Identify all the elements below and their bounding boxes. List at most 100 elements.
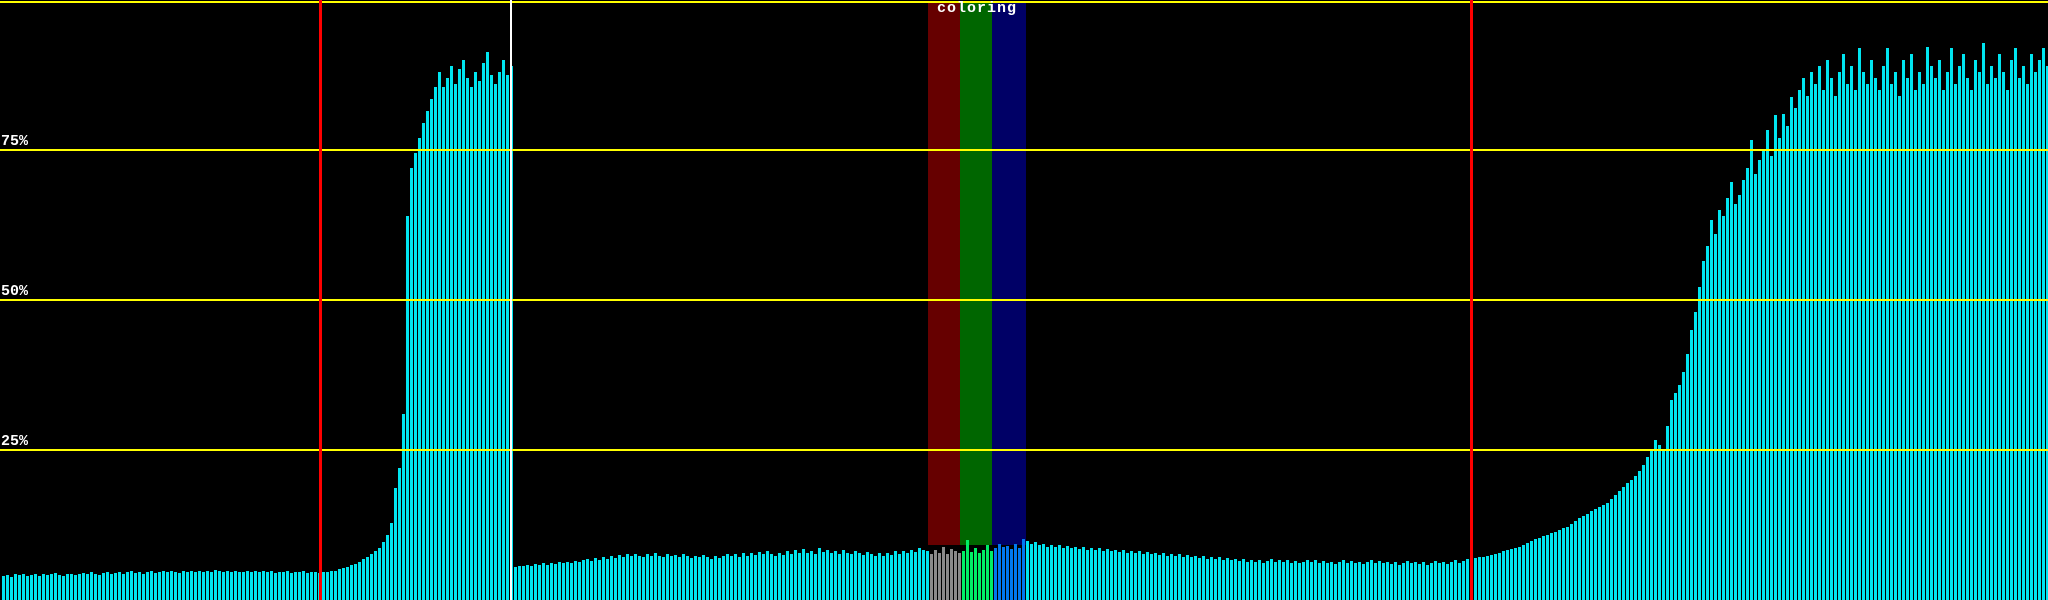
bar <box>982 550 985 600</box>
bar <box>1870 60 1873 600</box>
bar <box>1178 554 1181 600</box>
bar <box>1446 564 1449 600</box>
bar <box>878 553 881 600</box>
bar <box>2010 60 2013 600</box>
bar <box>1822 90 1825 600</box>
bar <box>914 552 917 600</box>
bar <box>1154 553 1157 600</box>
bar <box>1918 72 1921 600</box>
bar <box>210 572 213 600</box>
bar <box>1814 84 1817 600</box>
bar <box>538 565 541 600</box>
bar <box>1382 563 1385 600</box>
bar <box>450 66 453 600</box>
bar <box>598 560 601 600</box>
bar <box>130 571 133 600</box>
bar <box>990 551 993 600</box>
bar <box>1458 563 1461 600</box>
gridline-25 <box>0 449 2048 451</box>
bar <box>1626 483 1629 600</box>
bar <box>986 545 989 600</box>
bar <box>1790 97 1793 600</box>
bar <box>1974 60 1977 600</box>
bar <box>1230 560 1233 600</box>
bar <box>434 87 437 600</box>
bar <box>714 556 717 600</box>
bar <box>14 574 17 600</box>
bar <box>2038 60 2041 600</box>
bar <box>398 468 401 600</box>
coloring-band-blue <box>992 3 1026 545</box>
bar <box>1650 449 1653 600</box>
bar <box>1498 553 1501 600</box>
bar <box>1882 66 1885 600</box>
bar <box>1550 533 1553 600</box>
bar <box>1078 549 1081 600</box>
bar <box>1834 96 1837 600</box>
bar <box>1274 562 1277 600</box>
bar <box>1802 78 1805 600</box>
coloring-band-red <box>928 3 960 545</box>
bar <box>710 559 713 600</box>
bar <box>1174 556 1177 600</box>
bar <box>1610 499 1613 600</box>
bar <box>430 99 433 600</box>
bar <box>282 572 285 600</box>
bar <box>98 575 101 600</box>
bar <box>78 574 81 600</box>
bar <box>1998 54 2001 600</box>
bar <box>534 564 537 600</box>
bar <box>1026 541 1029 600</box>
bar <box>1898 96 1901 600</box>
bar <box>1310 562 1313 600</box>
bar <box>482 63 485 600</box>
bar <box>1074 547 1077 600</box>
bar <box>818 548 821 600</box>
bar <box>478 81 481 600</box>
bar <box>358 562 361 600</box>
bar <box>1638 471 1641 600</box>
bar <box>1594 509 1597 600</box>
bar <box>198 571 201 600</box>
bar <box>1314 560 1317 600</box>
coloring-band-green <box>960 3 992 545</box>
bar <box>890 555 893 600</box>
gridline-50 <box>0 299 2048 301</box>
bar <box>1766 130 1769 600</box>
bar <box>1494 554 1497 600</box>
bar <box>774 556 777 600</box>
bar <box>1234 559 1237 600</box>
bar <box>330 571 333 600</box>
bar <box>1930 66 1933 600</box>
bar <box>62 576 65 600</box>
bar <box>1002 547 1005 600</box>
bar <box>1970 90 1973 600</box>
bar <box>46 575 49 600</box>
marker-red-right <box>1470 0 1473 600</box>
bar <box>862 555 865 600</box>
bar <box>1962 54 1965 600</box>
bar <box>1226 558 1229 600</box>
bar <box>1418 564 1421 600</box>
bar <box>1854 90 1857 600</box>
coloring-band-label: coloring <box>937 1 1017 16</box>
bar <box>546 565 549 600</box>
marker-red-left <box>319 0 322 600</box>
bar <box>1478 557 1481 600</box>
bar <box>246 571 249 600</box>
bar <box>586 559 589 600</box>
bar <box>1238 561 1241 600</box>
bar <box>1990 66 1993 600</box>
bar <box>1038 545 1041 600</box>
bar <box>1746 168 1749 600</box>
bar <box>762 554 765 600</box>
bar <box>262 571 265 600</box>
gridline-75 <box>0 149 2048 151</box>
bar <box>306 573 309 600</box>
bar <box>1978 72 1981 600</box>
bar <box>746 556 749 600</box>
bar <box>594 558 597 600</box>
bar <box>1810 72 1813 600</box>
bar <box>974 548 977 600</box>
bar <box>614 558 617 600</box>
